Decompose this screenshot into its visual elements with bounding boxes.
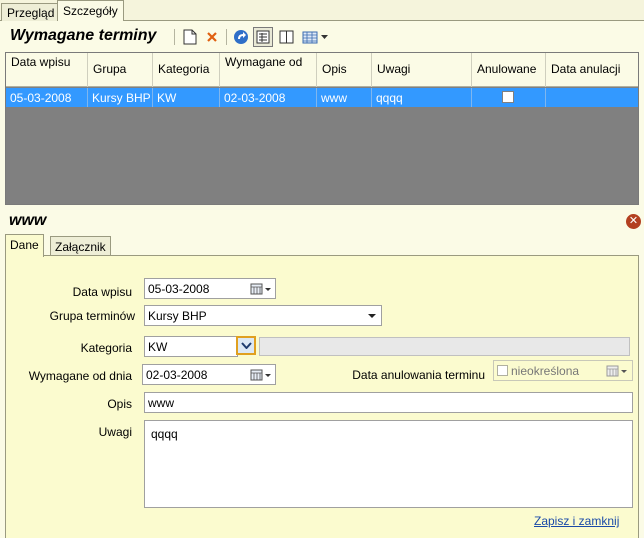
tab-szczegoly[interactable]: Szczegóły — [57, 0, 124, 21]
kategoria-label: Kategoria — [80, 341, 132, 355]
col-data-anulacji[interactable]: Data anulacji — [546, 53, 638, 87]
detail-header: www ✕ — [0, 208, 644, 234]
uwagi-textarea[interactable]: qqqq — [144, 420, 633, 508]
kategoria-dropdown-button[interactable] — [236, 336, 256, 355]
opis-field[interactable]: www — [144, 392, 633, 413]
toolbar-separator — [226, 29, 227, 45]
anulowane-checkbox[interactable] — [502, 91, 514, 103]
section-header: Wymagane terminy — [0, 21, 644, 52]
col-anulowane[interactable]: Anulowane — [472, 53, 546, 87]
opis-label: Opis — [107, 397, 132, 411]
calendar-dropdown-icon[interactable] — [248, 280, 274, 297]
col-kategoria[interactable]: Kategoria — [153, 53, 220, 87]
table-row[interactable]: 05-03-2008 Kursy BHP KW 02-03-2008 www q… — [6, 88, 638, 107]
table-view-icon[interactable] — [300, 27, 330, 47]
kategoria-field[interactable]: KW — [144, 336, 238, 357]
delete-icon[interactable] — [202, 27, 222, 47]
chevron-down-icon[interactable] — [366, 310, 378, 322]
grupa-label: Grupa terminów — [49, 309, 135, 323]
calculator-icon[interactable] — [253, 27, 273, 47]
calendar-dropdown-icon[interactable] — [603, 362, 631, 379]
anulowanie-value: nieokreślona — [511, 364, 580, 378]
uwagi-label: Uwagi — [98, 425, 132, 439]
terms-grid: Data wpisu Grupa Kategoria Wymagane od O… — [5, 52, 639, 205]
tab-zalacznik[interactable]: Załącznik — [50, 236, 111, 256]
tab-przeglad[interactable]: Przegląd — [1, 3, 61, 21]
cell-opis: www — [317, 88, 372, 107]
top-tab-bar: Przegląd Szczegóły — [0, 0, 644, 21]
kategoria-description — [259, 337, 630, 356]
cell-kategoria: KW — [153, 88, 220, 107]
wymagane-label: Wymagane od dnia — [28, 369, 132, 383]
data-wpisu-label: Data wpisu — [72, 285, 132, 299]
col-opis[interactable]: Opis — [317, 53, 372, 87]
col-wymagane-od[interactable]: Wymagane od — [220, 53, 317, 87]
save-and-close-link[interactable]: Zapisz i zamknij — [534, 514, 619, 528]
grid-header: Data wpisu Grupa Kategoria Wymagane od O… — [6, 53, 638, 87]
refresh-icon[interactable] — [231, 27, 251, 47]
cell-grupa: Kursy BHP — [88, 88, 153, 107]
detail-title: www — [9, 212, 47, 229]
cell-data-anulacji — [546, 88, 638, 107]
cell-data-wpisu: 05-03-2008 — [6, 88, 88, 107]
anulowanie-checkbox[interactable] — [497, 365, 508, 376]
anulowanie-label: Data anulowania terminu — [352, 368, 485, 382]
cell-uwagi: qqqq — [372, 88, 472, 107]
section-title: Wymagane terminy — [10, 27, 157, 44]
split-view-icon[interactable] — [276, 27, 296, 47]
grupa-select[interactable]: Kursy BHP — [144, 305, 382, 326]
cell-wymagane-od: 02-03-2008 — [220, 88, 317, 107]
col-data-wpisu[interactable]: Data wpisu — [6, 53, 88, 87]
new-document-icon[interactable] — [180, 27, 200, 47]
detail-tab-bar: Dane Załącznik — [5, 234, 639, 257]
close-icon[interactable]: ✕ — [626, 214, 641, 229]
calendar-dropdown-icon[interactable] — [248, 366, 274, 383]
toolbar-separator — [174, 29, 175, 45]
tab-dane[interactable]: Dane — [5, 234, 44, 257]
cell-anulowane — [472, 88, 546, 107]
col-uwagi[interactable]: Uwagi — [372, 53, 472, 87]
col-grupa[interactable]: Grupa — [88, 53, 153, 87]
